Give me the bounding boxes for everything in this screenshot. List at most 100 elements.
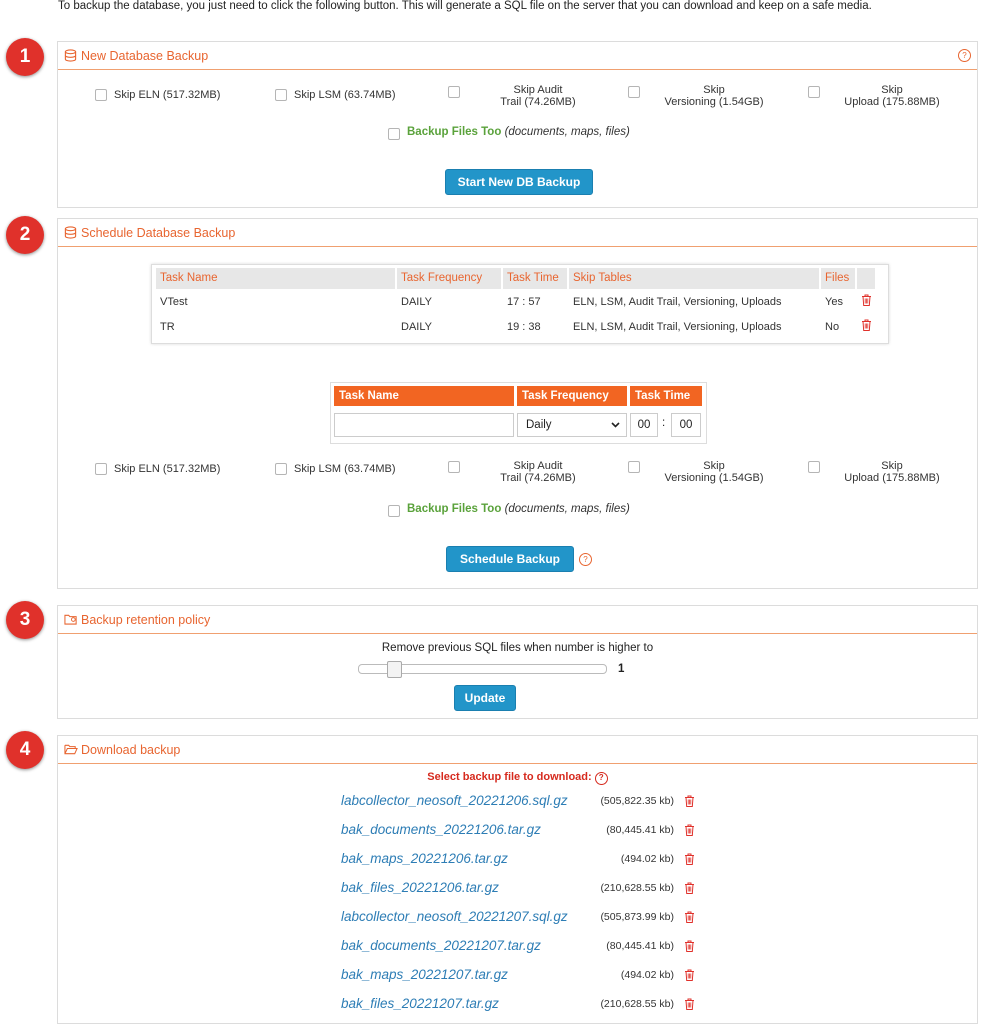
schedule-panel: Schedule Database Backup Task Name Task …: [57, 218, 978, 589]
skip-upload-label: Skip Upload (175.88MB): [844, 460, 940, 484]
folder-open-icon: [64, 743, 78, 757]
hour-input[interactable]: 00: [630, 413, 658, 437]
task-name-input[interactable]: [334, 413, 514, 437]
form-task-frequency-header: Task Frequency: [517, 386, 627, 406]
step-badge-1: 1: [6, 38, 44, 76]
new-backup-header: New Database Backup ?: [58, 42, 977, 70]
trash-icon[interactable]: [861, 294, 872, 306]
skip-versioning-checkbox[interactable]: [628, 461, 640, 473]
help-icon[interactable]: ?: [958, 49, 971, 62]
step-badge-3: 3: [6, 601, 44, 639]
select-file-label: Select backup file to download: ?: [58, 771, 977, 785]
retention-slider-handle[interactable]: [387, 661, 402, 678]
backup-files-label: Backup Files Too (documents, maps, files…: [407, 126, 630, 138]
retention-text: Remove previous SQL files when number is…: [381, 642, 654, 654]
skip-eln-label: Skip ELN (517.32MB): [114, 463, 221, 475]
table-row: TR DAILY 19 : 38 ELN, LSM, Audit Trail, …: [156, 314, 884, 339]
skip-audit-label: Skip Audit Trail (74.26MB): [500, 460, 576, 484]
frequency-select[interactable]: Daily: [517, 413, 627, 437]
retention-value: 1: [618, 663, 625, 675]
list-item: labcollector_neosoft_20221206.sql.gz (50…: [58, 791, 977, 811]
col-task-frequency: Task Frequency: [397, 268, 501, 289]
backup-files-checkbox[interactable]: [388, 505, 400, 517]
skip-lsm-label: Skip LSM (63.74MB): [294, 89, 396, 101]
file-size: (80,445.41 kb): [606, 824, 674, 836]
new-task-form: Task Name Task Frequency Task Time Daily…: [330, 382, 707, 444]
skip-audit-checkbox[interactable]: [448, 461, 460, 473]
trash-icon[interactable]: [861, 319, 872, 331]
trash-icon[interactable]: [684, 940, 695, 952]
step-badge-4: 4: [6, 731, 44, 769]
skip-eln-checkbox[interactable]: [95, 89, 107, 101]
col-skip-tables: Skip Tables: [569, 268, 819, 289]
help-icon[interactable]: ?: [594, 771, 608, 785]
intro-text: To backup the database, you just need to…: [58, 0, 872, 12]
skip-audit-label: Skip Audit Trail (74.26MB): [500, 84, 576, 108]
chevron-down-icon: [611, 419, 620, 431]
skip-upload-checkbox[interactable]: [808, 86, 820, 98]
update-button[interactable]: Update: [454, 685, 516, 711]
skip-upload-label: Skip Upload (175.88MB): [844, 84, 940, 108]
download-header: Download backup: [58, 736, 977, 764]
trash-icon[interactable]: [684, 853, 695, 865]
list-item: bak_maps_20221207.tar.gz (494.02 kb): [58, 965, 977, 985]
col-task-name: Task Name: [156, 268, 395, 289]
help-icon[interactable]: ?: [579, 553, 592, 566]
skip-eln-checkbox[interactable]: [95, 463, 107, 475]
start-backup-button[interactable]: Start New DB Backup: [445, 169, 593, 195]
skip-versioning-checkbox[interactable]: [628, 86, 640, 98]
file-link[interactable]: bak_files_20221207.tar.gz: [341, 994, 499, 1014]
skip-upload-checkbox[interactable]: [808, 461, 820, 473]
list-item: bak_files_20221207.tar.gz (210,628.55 kb…: [58, 994, 977, 1014]
schedule-backup-button[interactable]: Schedule Backup: [446, 546, 574, 572]
retention-title: Backup retention policy: [81, 612, 211, 627]
database-icon: [64, 48, 78, 63]
list-item: bak_maps_20221206.tar.gz (494.02 kb): [58, 849, 977, 869]
file-size: (505,873.99 kb): [600, 911, 674, 923]
skip-versioning-label: Skip Versioning (1.54GB): [664, 460, 764, 484]
retention-header: Backup retention policy: [58, 606, 977, 634]
new-backup-panel: New Database Backup ? Skip ELN (517.32MB…: [57, 41, 978, 208]
col-files: Files: [821, 268, 855, 289]
backup-files-checkbox[interactable]: [388, 128, 400, 140]
form-task-time-header: Task Time: [630, 386, 702, 406]
file-link[interactable]: bak_files_20221206.tar.gz: [341, 878, 499, 898]
skip-eln-label: Skip ELN (517.32MB): [114, 89, 221, 101]
database-icon: [64, 225, 78, 240]
backup-files-label: Backup Files Too (documents, maps, files…: [407, 503, 630, 515]
schedule-title: Schedule Database Backup: [81, 225, 236, 240]
folder-settings-icon: [64, 613, 78, 627]
trash-icon[interactable]: [684, 911, 695, 923]
schedule-header: Schedule Database Backup: [58, 219, 977, 247]
new-backup-title: New Database Backup: [81, 48, 209, 63]
download-panel: Download backup Select backup file to do…: [57, 735, 978, 1024]
step-badge-2: 2: [6, 216, 44, 254]
file-size: (210,628.55 kb): [600, 882, 674, 894]
table-row: VTest DAILY 17 : 57 ELN, LSM, Audit Trai…: [156, 289, 884, 314]
file-size: (494.02 kb): [620, 853, 674, 865]
form-task-name-header: Task Name: [334, 386, 514, 406]
skip-lsm-checkbox[interactable]: [275, 463, 287, 475]
file-size: (505,822.35 kb): [600, 795, 674, 807]
skip-lsm-label: Skip LSM (63.74MB): [294, 463, 396, 475]
scheduled-tasks-table: Task Name Task Frequency Task Time Skip …: [151, 264, 889, 344]
list-item: bak_documents_20221207.tar.gz (80,445.41…: [58, 936, 977, 956]
trash-icon[interactable]: [684, 882, 695, 894]
minute-input[interactable]: 00: [671, 413, 701, 437]
skip-versioning-label: Skip Versioning (1.54GB): [664, 84, 764, 108]
col-actions: [857, 268, 875, 289]
list-item: bak_documents_20221206.tar.gz (80,445.41…: [58, 820, 977, 840]
trash-icon[interactable]: [684, 969, 695, 981]
trash-icon[interactable]: [684, 998, 695, 1010]
skip-lsm-checkbox[interactable]: [275, 89, 287, 101]
trash-icon[interactable]: [684, 824, 695, 836]
list-item: labcollector_neosoft_20221207.sql.gz (50…: [58, 907, 977, 927]
file-size: (494.02 kb): [620, 969, 674, 981]
trash-icon[interactable]: [684, 795, 695, 807]
col-task-time: Task Time: [503, 268, 567, 289]
file-size: (80,445.41 kb): [606, 940, 674, 952]
time-separator: :: [662, 417, 666, 429]
table-header: Task Name Task Frequency Task Time Skip …: [156, 268, 884, 289]
file-size: (210,628.55 kb): [600, 998, 674, 1010]
skip-audit-checkbox[interactable]: [448, 86, 460, 98]
